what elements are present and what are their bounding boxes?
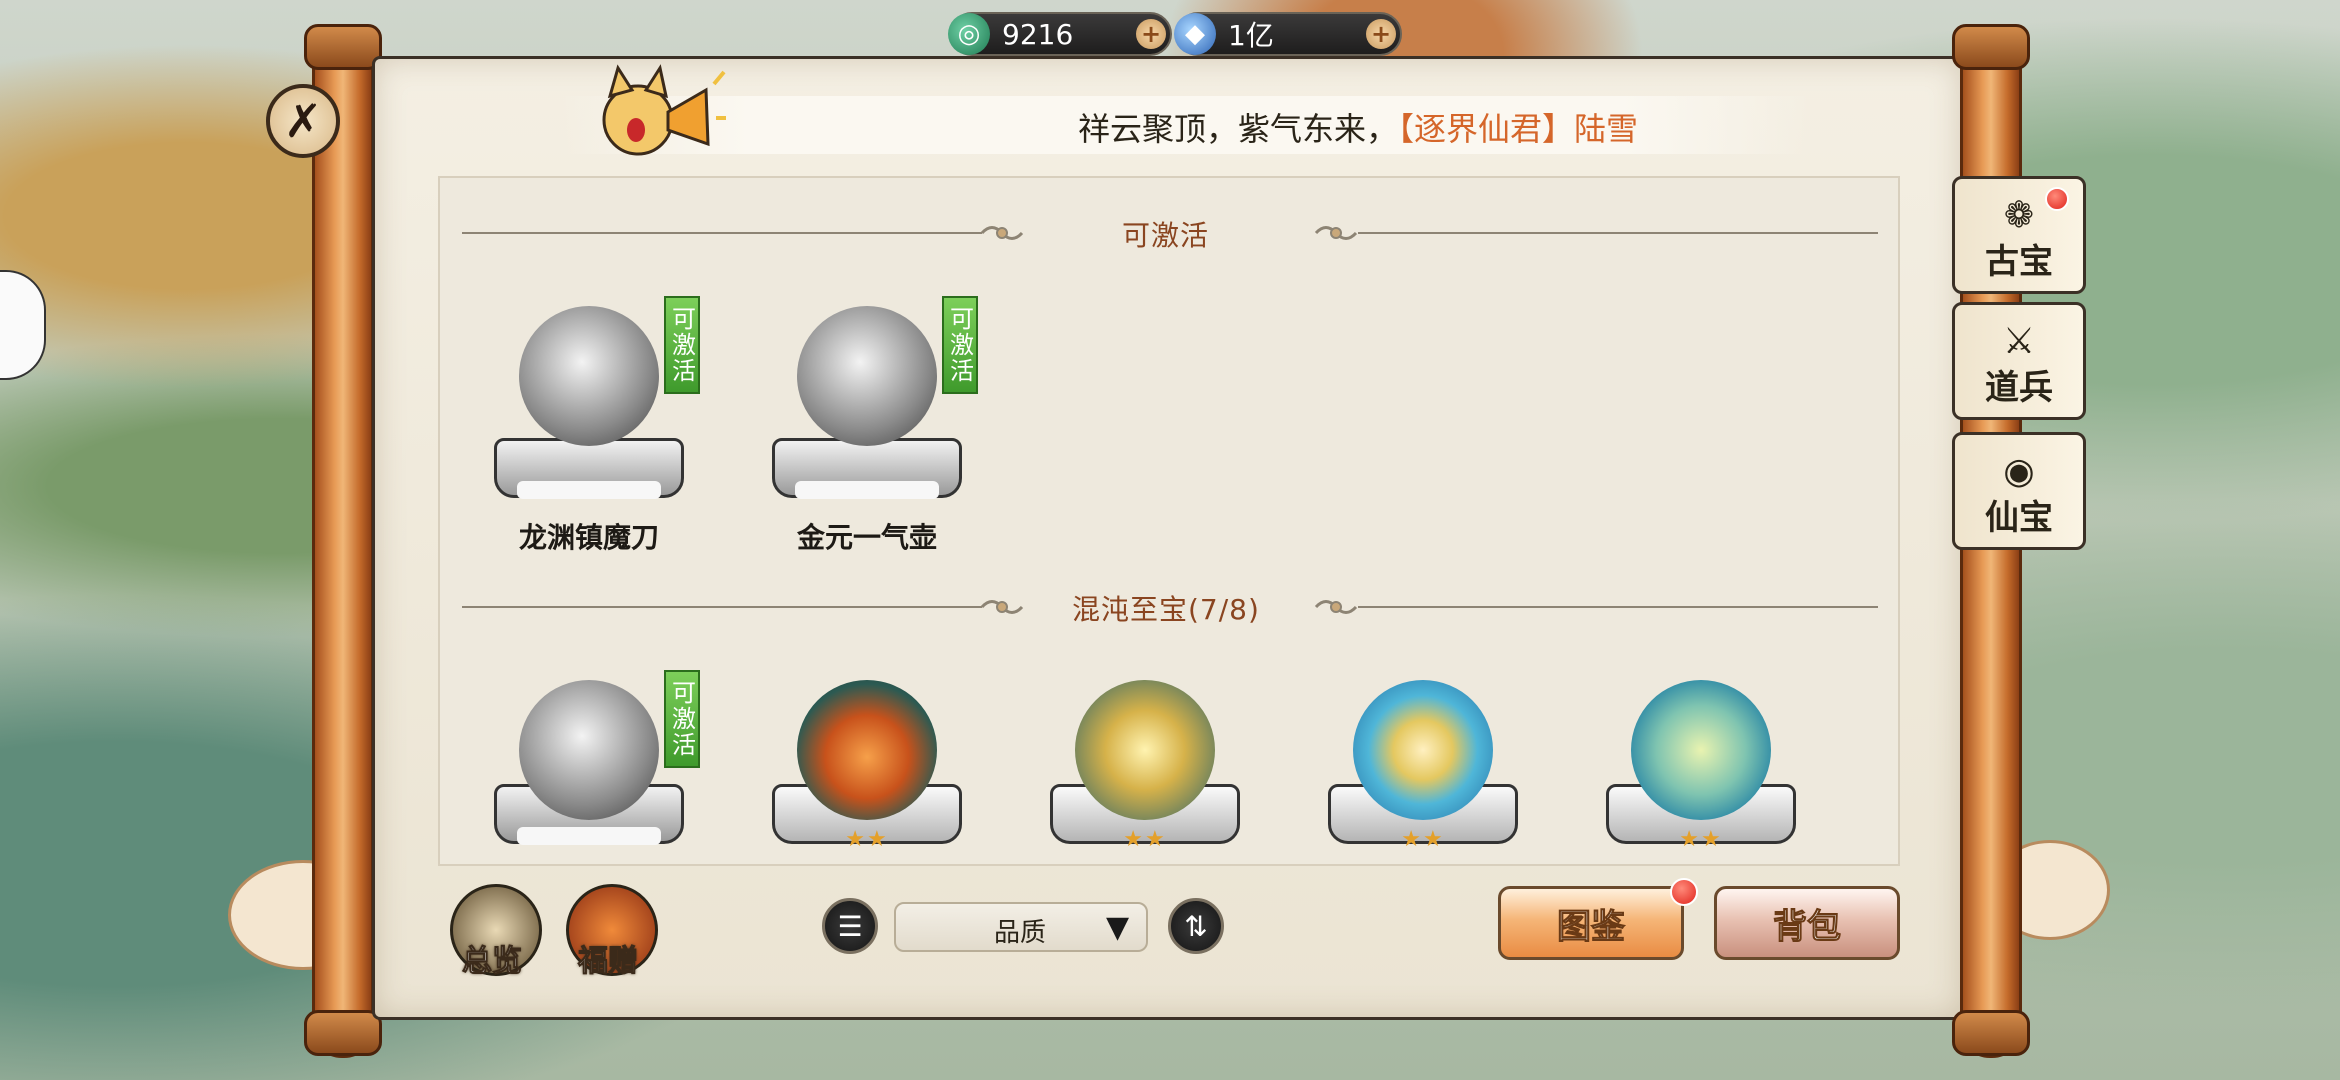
tab-weapon[interactable]: ⚔ 道兵 [1952,302,2086,420]
gift-label: 福赠 [578,944,639,980]
weapon-icon: ⚔ [2002,321,2036,362]
star-rating: ★★ [845,827,889,852]
golden-gourd-icon [797,306,937,446]
spirit-tree-icon [1631,680,1771,820]
list-filter-icon: ☰ [837,909,863,943]
section-divider [1358,606,1878,608]
scroll-rod-left [312,28,374,1058]
add-jade-button[interactable]: + [1136,19,1166,49]
scroll-rod-cap [304,1010,382,1056]
sort-value: 品质 [994,918,1047,948]
treasure-item[interactable]: 可激活 金元一气壶 [742,294,992,554]
treasure-item[interactable]: 可激活 龙渊镇魔刀 [464,294,714,554]
star-rating: ★★ [1401,827,1445,852]
scroll-rod-cap [304,24,382,70]
antique-icon: ❁ [2003,195,2035,236]
notification-dot [2045,187,2069,211]
item-pedestal [494,438,684,499]
item-name: 金元一气壶 [796,521,937,554]
treasure-item[interactable]: 可激活 [464,668,714,860]
dragon-blade-icon [519,680,659,820]
tab-label: 仙宝 [1985,498,2053,538]
cloud-ornament-icon [980,600,1024,614]
fairy-treasure-icon: ◉ [2003,451,2035,492]
notification-dot [1670,878,1698,906]
scroll-rod-cap [1952,1010,2030,1056]
bag-label: 背包 [1773,906,1842,947]
chevron-down-icon: ▼ [1106,910,1130,945]
list-filter-button[interactable]: ☰ [822,898,878,954]
dragon-blade-icon [519,306,659,446]
treasure-item[interactable]: ★★ [742,668,992,860]
marquee-text: 祥云聚顶，紫气东来，【逐界仙君】陆雪 [1078,104,1638,150]
activatable-tag: 可激活 [942,296,978,394]
pedestal-label-bar [795,481,939,499]
cloud-ornament-icon [1314,600,1358,614]
codex-button[interactable]: 图鉴 [1498,886,1684,960]
add-crystal-button[interactable]: + [1366,19,1396,49]
activatable-tag: 可激活 [664,296,700,394]
golden-disc-icon [1075,680,1215,820]
blue-crystal-icon: ◆ [1174,13,1216,55]
bag-button[interactable]: 背包 [1714,886,1900,960]
cloud-ornament-icon [980,226,1024,240]
side-cat-mascot [0,270,46,380]
swap-order-button[interactable]: ⇅ [1168,898,1224,954]
tab-label: 古宝 [1985,242,2053,282]
swap-order-icon: ⇅ [1184,909,1208,943]
activatable-tag: 可激活 [664,670,700,768]
tab-fairy-treasure[interactable]: ◉ 仙宝 [1952,432,2086,550]
crystal-currency: ◆ 1亿 + [1174,12,1402,56]
jade-swirl-icon: ◎ [948,13,990,55]
section-divider [1358,232,1878,234]
item-name: 龙渊镇魔刀 [518,521,659,554]
treasure-item[interactable]: ★★ [1020,668,1270,860]
sort-dropdown[interactable]: 品质 ▼ [894,902,1148,952]
section-title-activatable: 可激活 [1122,219,1210,252]
marquee-text-highlight: 【逐界仙君】陆雪 [1398,110,1639,148]
section-title-chaos: 混沌至宝(7/8) [1072,593,1260,626]
star-rating: ★★ [1679,827,1723,852]
tab-antique[interactable]: ❁ 古宝 [1952,176,2086,294]
jade-currency: ◎ 9216 + [948,12,1172,56]
overview-label: 总览 [462,944,523,980]
jade-value: 9216 [1002,17,1074,51]
item-pedestal [772,438,962,499]
scroll-rod-cap [1952,24,2030,70]
marquee-text-prefix: 祥云聚顶，紫气东来， [1078,110,1399,148]
pedestal-label-bar [517,827,661,845]
star-rating: ★★ [1123,827,1167,852]
close-icon: ✗ [283,94,323,148]
section-divider [462,232,982,234]
fire-treasure-icon [797,680,937,820]
close-button[interactable]: ✗ [266,84,340,158]
megaphone-cat-icon [602,64,726,156]
water-bowl-icon [1353,680,1493,820]
tab-label: 道兵 [1985,368,2053,408]
pedestal-label-bar [517,481,661,499]
announcement-marquee: 祥云聚顶，紫气东来，【逐界仙君】陆雪 [560,96,1810,154]
crystal-value: 1亿 [1228,19,1274,52]
codex-label: 图鉴 [1557,906,1626,947]
treasure-item[interactable]: ★★ [1298,668,1548,860]
treasure-item[interactable]: ★★ [1576,668,1826,860]
cloud-ornament-icon [1314,226,1358,240]
section-divider [462,606,982,608]
